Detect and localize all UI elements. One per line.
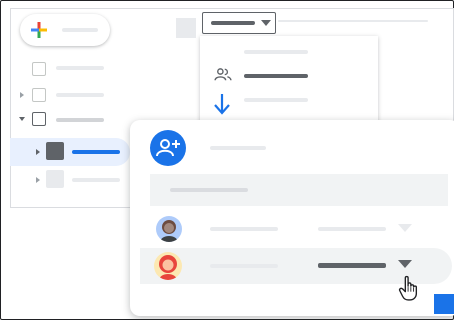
person-name [210,264,278,268]
collapse-arrow-icon[interactable] [19,117,25,121]
avatar [154,252,182,280]
avatar [156,216,182,242]
person-avatar-icon [159,255,177,280]
toolbar-placeholder [176,18,196,38]
chevron-down-icon [261,20,271,26]
hand-cursor-icon [398,275,418,301]
people-icon [214,68,232,81]
menu-item-label[interactable] [244,74,308,78]
new-button[interactable] [20,14,110,46]
sidebar-item-label [72,178,120,182]
view-dropdown[interactable] [202,12,276,34]
person-name [210,227,278,231]
expand-arrow-icon[interactable] [20,92,24,98]
add-person-icon [156,139,180,157]
add-person-button[interactable] [150,130,186,166]
plus-icon [31,22,47,38]
drive-icon[interactable] [32,88,46,102]
arrow-down-icon [214,94,230,115]
folder-icon [46,142,64,160]
new-button-label [62,28,98,32]
computer-icon[interactable] [32,112,46,126]
sidebar-item-label [72,150,120,154]
dropdown-label [211,21,255,25]
chevron-down-icon[interactable] [398,224,412,232]
person-role [318,227,386,231]
checkbox-icon[interactable] [32,62,46,76]
person-avatar-icon [160,220,178,242]
sidebar-item-label [56,93,104,97]
person-role [318,263,386,268]
header-line [278,20,428,22]
folder-icon [46,170,64,188]
menu-item-label[interactable] [244,98,308,102]
action-button-edge[interactable] [434,294,454,314]
add-people-input[interactable] [150,174,448,206]
sidebar-item-label [56,66,104,70]
expand-arrow-icon[interactable] [36,177,40,183]
expand-arrow-icon[interactable] [36,149,40,155]
input-placeholder [170,188,248,192]
sidebar-item-label [56,118,104,122]
dialog-title [210,146,266,150]
menu-item-label[interactable] [244,50,308,54]
chevron-down-icon[interactable] [398,260,412,268]
